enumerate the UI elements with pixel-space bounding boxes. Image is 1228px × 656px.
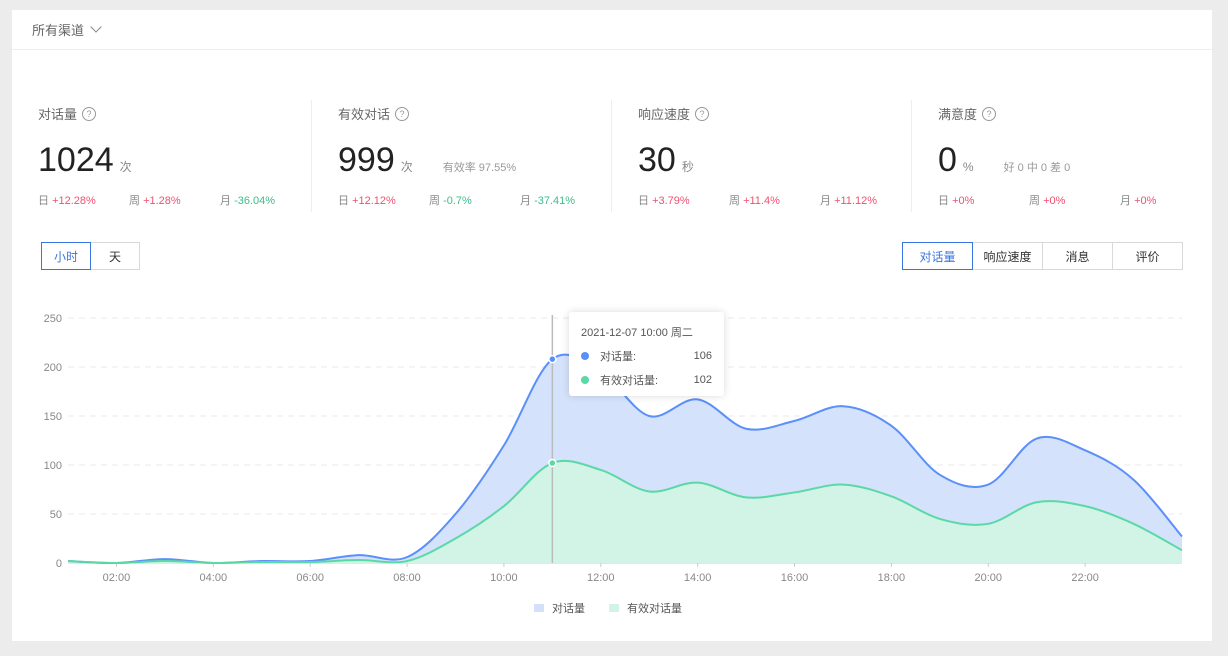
time-toggle-button[interactable]: 小时 (41, 242, 91, 270)
tooltip-series-name: 有效对话量: (600, 375, 659, 387)
x-tick-label: 16:00 (781, 572, 809, 584)
legend-swatch (534, 604, 544, 612)
x-tick-label: 20:00 (974, 572, 1002, 584)
series-dot-icon (581, 376, 589, 384)
tooltip-series-name: 对话量: (600, 351, 637, 363)
tooltip-title: 2021-12-07 10:00 周二 (581, 327, 693, 339)
y-tick-label: 200 (44, 362, 62, 374)
highlight-point (548, 354, 557, 364)
x-tick-label: 10:00 (490, 572, 518, 584)
tooltip-value: 106 (693, 350, 712, 362)
legend-item[interactable]: 对话量 (534, 600, 585, 616)
series-dot-icon (581, 352, 589, 360)
tooltip-row: 有效对话量: 102 (581, 372, 712, 388)
tooltip-value: 102 (693, 374, 712, 386)
highlight-point (548, 458, 557, 468)
y-tick-label: 50 (50, 509, 62, 521)
y-tick-label: 0 (56, 558, 62, 570)
x-tick-label: 02:00 (103, 572, 131, 584)
x-tick-label: 18:00 (878, 572, 906, 584)
x-tick-label: 22:00 (1071, 572, 1099, 584)
y-tick-label: 150 (44, 411, 62, 423)
x-tick-label: 14:00 (684, 572, 712, 584)
y-tick-label: 100 (44, 460, 62, 472)
dashboard-card: 所有渠道 对话量? 1024 次 日 +12.28% 周 +1.28% 月 -36.0… (12, 10, 1212, 641)
chart-legend: 对话量 有效对话量 (534, 600, 706, 616)
legend-label: 有效对话量 (627, 603, 682, 615)
chart-tooltip: 2021-12-07 10:00 周二 对话量: 106 有效对话量: 102 (569, 312, 724, 396)
x-tick-label: 08:00 (393, 572, 421, 584)
x-tick-label: 06:00 (296, 572, 324, 584)
metric-tab[interactable]: 对话量 (902, 242, 973, 270)
x-tick-label: 04:00 (200, 572, 228, 584)
x-tick-label: 12:00 (587, 572, 615, 584)
legend-swatch (609, 604, 619, 612)
tooltip-row: 对话量: 106 (581, 348, 712, 364)
legend-item[interactable]: 有效对话量 (609, 600, 682, 616)
legend-label: 对话量 (552, 603, 585, 615)
y-tick-label: 250 (44, 313, 62, 325)
